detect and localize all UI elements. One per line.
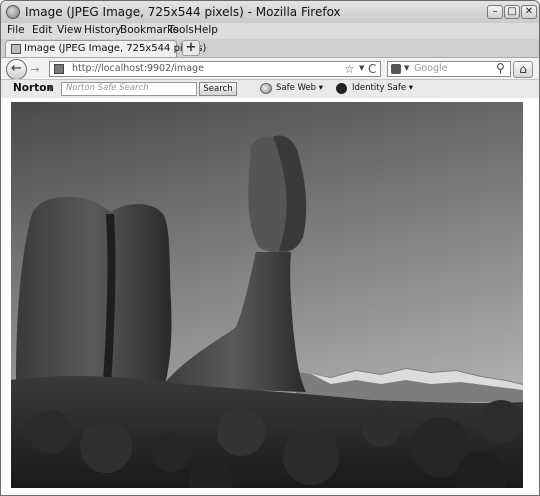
reload-icon[interactable]: C — [368, 62, 376, 76]
norton-search-input[interactable]: Norton Safe Search — [61, 82, 197, 96]
norton-search-placeholder[interactable]: Norton Safe Search — [66, 83, 149, 93]
bookmark-star-icon[interactable]: ☆ — [344, 62, 355, 76]
menu-help[interactable]: Help — [194, 24, 218, 36]
menu-history[interactable]: History — [84, 24, 121, 36]
back-button[interactable]: ← — [6, 59, 27, 80]
window-title: Image (JPEG Image, 725x544 pixels) - Moz… — [25, 5, 341, 19]
image-file-icon — [11, 44, 21, 54]
page-content — [1, 98, 539, 495]
menu-tools[interactable]: Tools — [168, 24, 194, 36]
identity-safe-menu[interactable]: Identity Safe ▾ — [352, 83, 413, 93]
norton-dropdown-icon[interactable]: ▼ — [48, 85, 53, 93]
menu-edit[interactable]: Edit — [32, 24, 52, 36]
search-engine-dropdown-icon[interactable]: ▼ — [404, 64, 409, 72]
home-button[interactable]: ⌂ — [513, 61, 533, 78]
identity-safe-icon[interactable] — [336, 83, 347, 94]
menu-view[interactable]: View — [57, 24, 82, 36]
forward-button[interactable]: → — [27, 62, 43, 77]
tab-image[interactable]: Image (JPEG Image, 725x544 pixels) — [5, 40, 206, 57]
minimize-button[interactable]: – — [487, 5, 503, 19]
norton-search-button[interactable]: Search — [199, 82, 237, 96]
search-placeholder[interactable]: Google — [414, 63, 448, 74]
safe-web-icon[interactable] — [260, 83, 272, 94]
new-tab-button[interactable]: + — [182, 40, 200, 56]
magnifier-icon[interactable]: ⚲ — [496, 61, 505, 75]
safe-web-menu[interactable]: Safe Web ▾ — [276, 83, 323, 93]
menu-file[interactable]: File — [7, 24, 25, 36]
title-bar: Image (JPEG Image, 725x544 pixels) - Moz… — [1, 1, 539, 24]
menu-bar: File Edit View History Bookmarks Tools H… — [1, 23, 539, 39]
norton-toolbar: Norton ▼ Norton Safe Search Search Safe … — [1, 79, 539, 99]
browser-window: Image (JPEG Image, 725x544 pixels) - Moz… — [0, 0, 540, 496]
navigation-toolbar: ← → http://localhost:9902/image ☆ ▼ C ▼ … — [1, 57, 539, 80]
history-dropdown-icon[interactable]: ▼ — [359, 64, 364, 72]
url-bar[interactable]: http://localhost:9902/image ☆ ▼ C — [49, 61, 381, 77]
close-button[interactable]: ✕ — [521, 5, 537, 19]
search-engine-icon[interactable] — [391, 64, 401, 74]
maximize-button[interactable]: □ — [504, 5, 520, 19]
url-text[interactable]: http://localhost:9902/image — [72, 63, 204, 74]
search-bar[interactable]: ▼ Google ⚲ — [387, 61, 511, 77]
site-identity-icon[interactable] — [54, 64, 64, 74]
firefox-icon[interactable] — [6, 5, 20, 19]
landscape-photo — [11, 102, 523, 488]
tab-strip: Image (JPEG Image, 725x544 pixels) + — [1, 39, 539, 57]
tab-label: Image (JPEG Image, 725x544 pixels) — [24, 43, 207, 54]
